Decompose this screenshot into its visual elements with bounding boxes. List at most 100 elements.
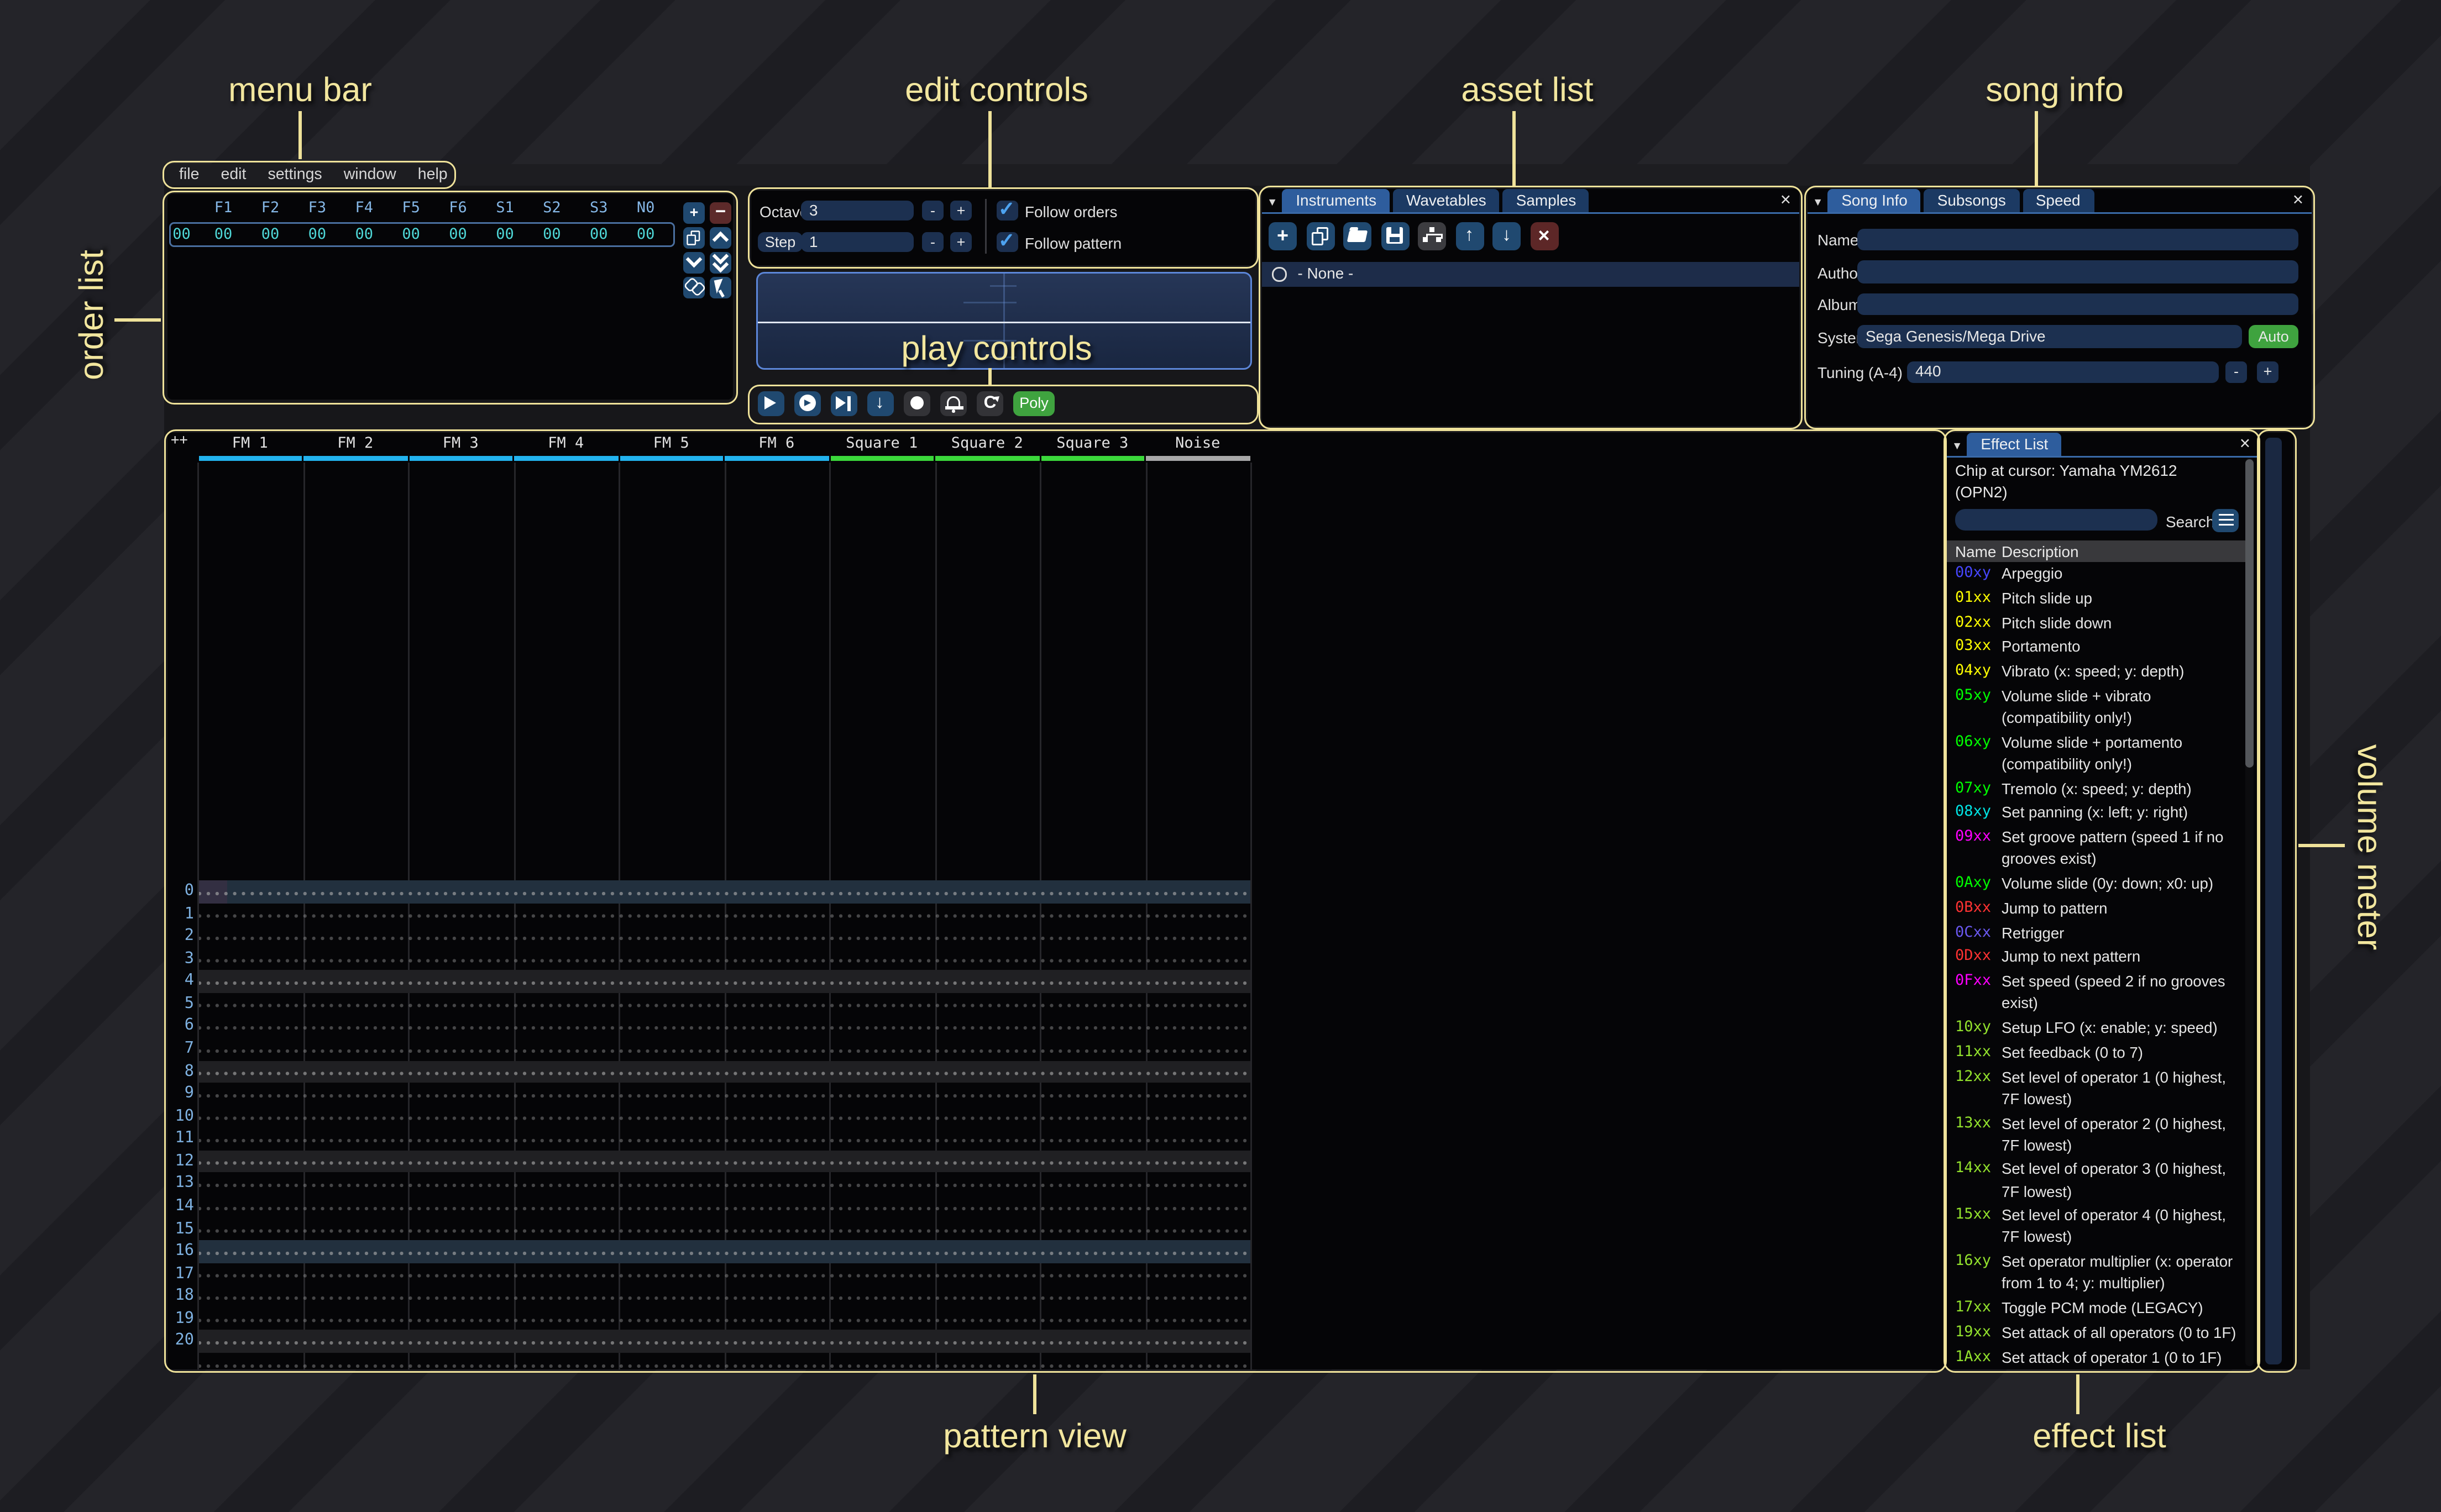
order-cell[interactable]: 00 bbox=[247, 227, 294, 243]
channel-header-square-3[interactable]: Square 3 bbox=[1040, 436, 1145, 454]
pattern-row[interactable] bbox=[198, 1038, 1251, 1060]
channel-header-fm-1[interactable]: FM 1 bbox=[197, 436, 303, 454]
order-cell[interactable]: 00 bbox=[575, 227, 622, 243]
channel-header-fm-4[interactable]: FM 4 bbox=[514, 436, 619, 454]
add-order-button[interactable]: + bbox=[683, 202, 705, 223]
channel-header-noise[interactable]: Noise bbox=[1145, 436, 1251, 454]
order-cell[interactable]: 00 bbox=[435, 227, 481, 243]
pattern-row[interactable] bbox=[198, 993, 1251, 1016]
collapse-icon[interactable]: ▼ bbox=[1267, 197, 1277, 208]
pattern-row[interactable] bbox=[198, 1353, 1251, 1369]
open-asset-button[interactable] bbox=[1343, 222, 1371, 250]
order-cell[interactable]: 00 bbox=[482, 227, 528, 243]
toggle-folders-button[interactable] bbox=[1418, 222, 1446, 250]
play-pattern-button[interactable] bbox=[794, 391, 820, 417]
menu-item-file[interactable]: file bbox=[179, 166, 199, 184]
step-button[interactable]: ↓ bbox=[867, 391, 893, 417]
step-minus-button[interactable]: - bbox=[922, 232, 944, 253]
follow-pattern-checkbox[interactable]: ✓ bbox=[997, 232, 1018, 253]
effect-row[interactable]: 15xxSet level of operator 4 (0 highest, … bbox=[1955, 1206, 2244, 1250]
pattern-row[interactable] bbox=[198, 948, 1251, 970]
change-all-orders-button[interactable] bbox=[683, 277, 705, 298]
pattern-row[interactable] bbox=[198, 1240, 1251, 1263]
pattern-row[interactable] bbox=[198, 903, 1251, 926]
effect-row[interactable]: 08xySet panning (x: left; y: right) bbox=[1955, 803, 2244, 825]
channel-header-square-1[interactable]: Square 1 bbox=[829, 436, 935, 454]
pattern-row[interactable] bbox=[198, 1060, 1251, 1083]
octave-input[interactable]: 3 bbox=[801, 200, 914, 221]
author-input[interactable] bbox=[1857, 260, 2298, 283]
effect-row[interactable]: 0DxxJump to next pattern bbox=[1955, 947, 2244, 969]
effect-row[interactable]: 13xxSet level of operator 2 (0 highest, … bbox=[1955, 1114, 2244, 1157]
pattern-row[interactable] bbox=[198, 1195, 1251, 1218]
effect-row[interactable]: 04xyVibrato (x: speed; y: depth) bbox=[1955, 662, 2244, 683]
tuning-minus-button[interactable]: - bbox=[2225, 361, 2247, 384]
effect-row[interactable]: 0FxxSet speed (speed 2 if no grooves exi… bbox=[1955, 972, 2244, 1016]
poly-button[interactable]: Poly bbox=[1013, 391, 1055, 417]
pattern-row[interactable] bbox=[198, 925, 1251, 948]
effect-row[interactable]: 10xySetup LFO (x: enable; y: speed) bbox=[1955, 1018, 2244, 1040]
follow-orders-checkbox[interactable]: ✓ bbox=[997, 200, 1018, 221]
move-order-down-button[interactable] bbox=[683, 252, 705, 273]
pattern-row[interactable] bbox=[198, 1083, 1251, 1105]
play-button[interactable] bbox=[757, 391, 784, 417]
delete-asset-button[interactable]: × bbox=[1530, 222, 1558, 250]
add-asset-button[interactable]: + bbox=[1269, 222, 1297, 250]
menu-item-help[interactable]: help bbox=[418, 166, 448, 184]
pattern-corner-button[interactable]: ++ bbox=[171, 433, 188, 449]
tab-instruments[interactable]: Instruments bbox=[1282, 189, 1390, 212]
tuning-input[interactable]: 440 bbox=[1907, 361, 2219, 384]
effect-row[interactable]: 16xySet operator multiplier (x: operator… bbox=[1955, 1252, 2244, 1295]
pattern-row[interactable] bbox=[198, 1173, 1251, 1195]
menu-item-settings[interactable]: settings bbox=[268, 166, 322, 184]
effect-row[interactable]: 12xxSet level of operator 1 (0 highest, … bbox=[1955, 1067, 2244, 1111]
step-input[interactable]: 1 bbox=[801, 232, 914, 253]
pattern-row[interactable] bbox=[198, 1330, 1251, 1353]
pattern-cursor-cell[interactable] bbox=[198, 880, 228, 903]
auto-system-button[interactable]: Auto bbox=[2249, 325, 2298, 348]
octave-minus-button[interactable]: - bbox=[922, 200, 944, 221]
octave-plus-button[interactable]: + bbox=[950, 200, 972, 221]
effect-row[interactable]: 02xxPitch slide down bbox=[1955, 613, 2244, 634]
effect-row[interactable]: 09xxSet groove pattern (speed 1 if no gr… bbox=[1955, 828, 2244, 872]
pattern-row[interactable] bbox=[198, 970, 1251, 993]
metronome-button[interactable] bbox=[940, 391, 967, 417]
tab-song-info[interactable]: Song Info bbox=[1828, 189, 1920, 212]
effect-search-input[interactable] bbox=[1955, 509, 2157, 531]
channel-header-fm-5[interactable]: FM 5 bbox=[619, 436, 724, 454]
tab-subsongs[interactable]: Subsongs bbox=[1924, 189, 2019, 212]
repeat-pattern-button[interactable]: C bbox=[977, 391, 1003, 417]
save-asset-button[interactable] bbox=[1381, 222, 1409, 250]
effect-row[interactable]: 19xxSet attack of all operators (0 to 1F… bbox=[1955, 1322, 2244, 1344]
effect-row[interactable]: 0BxxJump to pattern bbox=[1955, 899, 2244, 920]
effect-row[interactable]: 03xxPortamento bbox=[1955, 637, 2244, 659]
duplicate-asset-button[interactable] bbox=[1306, 222, 1334, 250]
pattern-row[interactable] bbox=[198, 1308, 1251, 1330]
search-options-button[interactable] bbox=[2212, 508, 2239, 532]
tuning-plus-button[interactable]: + bbox=[2257, 361, 2278, 384]
effect-row[interactable]: 11xxSet feedback (0 to 7) bbox=[1955, 1043, 2244, 1064]
channel-header-fm-3[interactable]: FM 3 bbox=[408, 436, 514, 454]
order-cell[interactable]: 00 bbox=[294, 227, 341, 243]
close-icon[interactable]: × bbox=[2240, 434, 2250, 454]
duplicate-order-end-button[interactable] bbox=[710, 252, 731, 273]
remove-order-button[interactable]: − bbox=[710, 202, 731, 223]
scrollbar-thumb[interactable] bbox=[2245, 459, 2254, 768]
pattern-row[interactable] bbox=[198, 1150, 1251, 1173]
order-cell[interactable]: 00 bbox=[200, 227, 247, 243]
order-cell[interactable]: 00 bbox=[622, 227, 669, 243]
play-one-row-button[interactable] bbox=[830, 391, 857, 417]
order-cell[interactable]: 00 bbox=[341, 227, 387, 243]
stop-button[interactable] bbox=[904, 391, 930, 417]
name-input[interactable] bbox=[1857, 228, 2298, 251]
collapse-icon[interactable]: ▼ bbox=[1813, 197, 1823, 208]
asset-list-item[interactable]: - None - bbox=[1262, 262, 1799, 286]
effect-row[interactable]: 0AxyVolume slide (0y: down; x0: up) bbox=[1955, 874, 2244, 895]
channel-header-square-2[interactable]: Square 2 bbox=[935, 436, 1040, 454]
step-plus-button[interactable]: + bbox=[950, 232, 972, 253]
collapse-icon[interactable]: ▼ bbox=[1952, 440, 1962, 452]
effect-row[interactable]: 05xyVolume slide + vibrato (compatibilit… bbox=[1955, 686, 2244, 730]
effect-row[interactable]: 1AxxSet attack of operator 1 (0 to 1F) bbox=[1955, 1347, 2244, 1369]
effect-row[interactable]: 0CxxRetrigger bbox=[1955, 923, 2244, 944]
tab-effect-list[interactable]: Effect List bbox=[1967, 433, 2061, 455]
